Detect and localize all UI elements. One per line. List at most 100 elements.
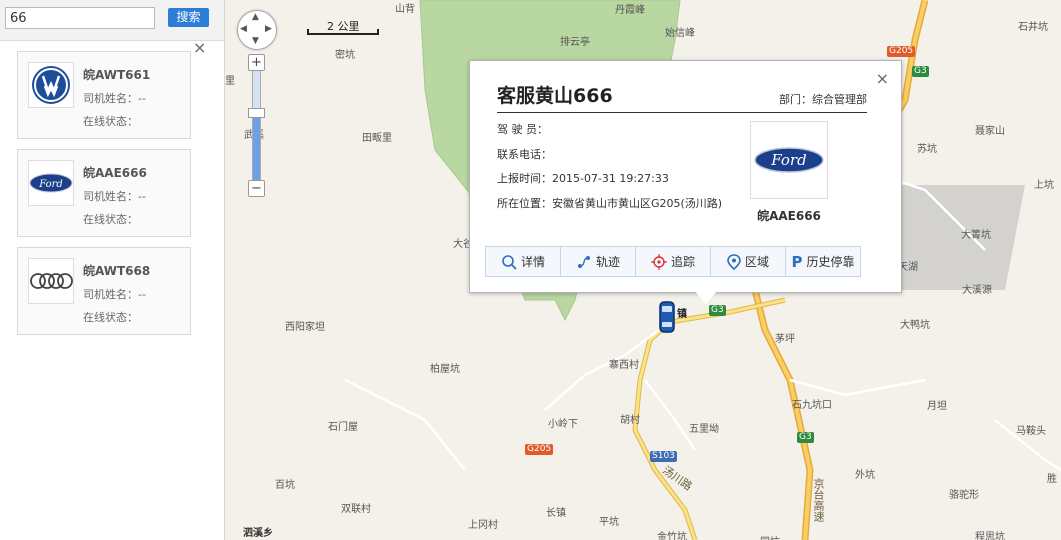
place-label: 柏屋坑 (430, 364, 460, 375)
place-label: 密坑 (335, 50, 355, 61)
place-label: 大箐坑 (961, 230, 991, 241)
place-label: 排云亭 (560, 37, 590, 48)
vehicle-online-status: 在线状态： (83, 213, 138, 226)
pan-left-icon[interactable]: ◀ (240, 24, 247, 34)
search-bar: 搜索 (0, 0, 224, 41)
vehicle-card-aae666[interactable]: Ford 皖AAE666 司机姓名：-- 在线状态： (17, 149, 191, 237)
history-parking-label: 历史停靠 (806, 255, 855, 269)
place-label: 丹霞峰 (615, 5, 645, 16)
follow-button[interactable]: 追踪 (636, 247, 711, 276)
place-label: 小岭下 (548, 419, 578, 430)
history-parking-button[interactable]: P 历史停靠 (786, 247, 860, 276)
place-label: 五里坳 (689, 424, 719, 435)
search-button[interactable]: 搜索 (168, 8, 209, 27)
place-label: 大溪源 (962, 285, 992, 296)
zoom-out-button[interactable]: − (248, 180, 265, 197)
popup-divider (497, 112, 867, 113)
details-label: 详情 (520, 255, 545, 269)
place-label: 胜 (1047, 474, 1057, 485)
road-shield-g3: G3 (709, 305, 726, 316)
place-label: 石九坑口 (792, 400, 832, 411)
panel-close-icon[interactable]: × (193, 40, 206, 56)
vehicle-plate: 皖AWT661 (83, 68, 151, 82)
pan-up-icon[interactable]: ▲ (252, 12, 259, 22)
road-shield-g205: G205 (887, 46, 916, 57)
map-canvas[interactable]: 山背 丹霞峰 始信峰 排云亭 密坑 武溪 田畈里 大谷 西阳家坦 柏屋坑 石门屋… (225, 0, 1061, 540)
place-label: 石门屋 (328, 422, 358, 433)
vehicle-plate: 皖AWT668 (83, 264, 151, 278)
route-icon (577, 255, 590, 268)
follow-label: 追踪 (670, 255, 695, 269)
vehicle-plate: 皖AAE666 (83, 166, 147, 180)
place-label: 上坑 (1034, 180, 1054, 191)
vehicle-info-popup: 客服黄山666 部门：综合管理部 × 驾 驶 员： 联系电话： 上报时间：201… (469, 60, 902, 304)
popup-pointer (694, 290, 718, 304)
place-label: 程思坑 (975, 532, 1005, 540)
place-label: 胡村 (620, 415, 640, 426)
place-label: 山背 (395, 4, 415, 15)
place-label: 长镇 (546, 508, 566, 519)
place-label: 金竹坑 (657, 532, 687, 540)
vehicle-online-status: 在线状态： (83, 311, 138, 324)
svg-text:Ford: Ford (38, 179, 63, 190)
vehicle-panel: 搜索 × 皖AWT661 司机姓名：-- 在线状态： Ford 皖AAE666 … (0, 0, 225, 540)
vehicle-card-awt668[interactable]: 皖AWT668 司机姓名：-- 在线状态： (17, 247, 191, 335)
vehicle-driver: 司机姓名：-- (83, 288, 146, 301)
place-label: 田畈里 (362, 133, 392, 144)
popup-close-icon[interactable]: × (876, 69, 889, 88)
pan-control[interactable]: ▲ ▼ ◀ ▶ (237, 10, 277, 50)
place-label: 聂家山 (975, 126, 1005, 137)
track-button[interactable]: 轨迹 (561, 247, 636, 276)
road-shield-g205: G205 (525, 444, 554, 455)
zoom-slider-handle[interactable] (248, 108, 265, 118)
road-shield-s103: S103 (650, 451, 677, 462)
audi-logo-icon (28, 258, 74, 304)
popup-driver: 驾 驶 员： (497, 123, 548, 136)
pan-right-icon[interactable]: ▶ (265, 24, 272, 34)
place-label: 平坑 (599, 517, 619, 528)
track-label: 轨迹 (595, 255, 620, 269)
place-label: 茅坪 (775, 334, 795, 345)
scale-bar: 2 公里 (307, 17, 379, 35)
place-label: 寨西村 (609, 360, 639, 371)
popup-report-time: 上报时间：2015-07-31 19:27:33 (497, 172, 669, 185)
vehicle-card-awt661[interactable]: 皖AWT661 司机姓名：-- 在线状态： (17, 51, 191, 139)
place-label: 西阳家坦 (285, 322, 325, 333)
popup-action-bar: 详情 轨迹 追踪 区域 P 历史停靠 (485, 246, 861, 277)
place-label: 泗溪乡 (243, 528, 273, 539)
road-label-jingtai: 京台高速 (812, 478, 825, 522)
pan-down-icon[interactable]: ▼ (252, 36, 259, 46)
area-button[interactable]: 区域 (711, 247, 786, 276)
vehicle-driver: 司机姓名：-- (83, 92, 146, 105)
popup-title: 客服黄山666 (497, 85, 613, 107)
place-label: 镇 (677, 309, 687, 320)
place-label: 外坑 (855, 470, 875, 481)
ford-logo-icon: Ford (750, 121, 828, 199)
scale-ruler-icon (307, 29, 379, 35)
zoom-in-button[interactable]: + (248, 54, 265, 71)
place-label: 上冈村 (468, 520, 498, 531)
location-pin-icon (727, 253, 741, 270)
details-button[interactable]: 详情 (486, 247, 561, 276)
place-label: 百坑 (275, 480, 295, 491)
area-label: 区域 (744, 255, 769, 269)
search-icon (502, 254, 517, 270)
svg-text:Ford: Ford (770, 151, 806, 169)
place-label: 骆驼形 (949, 490, 979, 501)
search-input[interactable] (5, 7, 155, 29)
place-label: 月坦 (927, 401, 947, 412)
vehicle-driver: 司机姓名：-- (83, 190, 146, 203)
place-label: 石井坑 (1018, 22, 1048, 33)
place-label: 马鞍头 (1016, 426, 1046, 437)
road-shield-g3: G3 (797, 432, 814, 443)
popup-plate: 皖AAE666 (757, 209, 821, 223)
parking-icon: P (791, 252, 803, 271)
volkswagen-logo-icon (28, 62, 74, 108)
car-marker-icon[interactable] (658, 300, 676, 334)
place-label: 里 (225, 76, 235, 87)
place-label: 同坑 (760, 533, 780, 540)
popup-location: 所在位置：安徽省黄山市黄山区G205(汤川路) (497, 197, 723, 210)
ford-logo-icon: Ford (28, 160, 74, 206)
road-shield-g3: G3 (912, 66, 929, 77)
place-label: 大鸭坑 (900, 320, 930, 331)
